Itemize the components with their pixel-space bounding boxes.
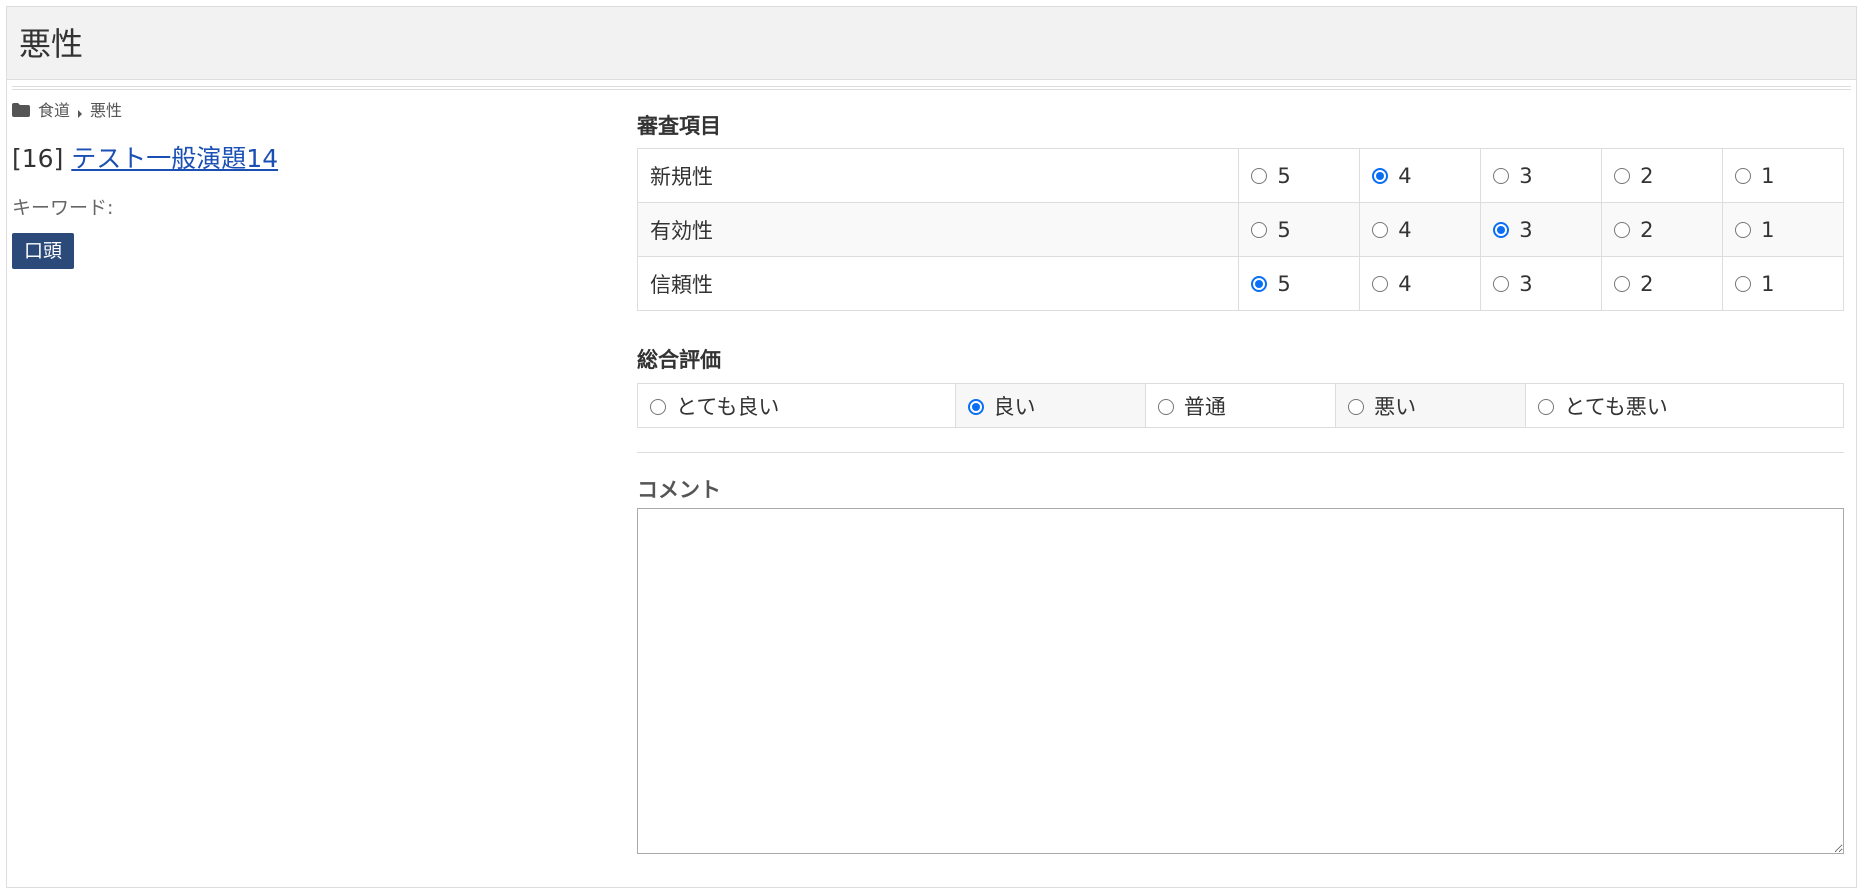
overall-option-label: とても良い (676, 394, 780, 419)
comment-label: コメント (637, 478, 721, 502)
breadcrumb-category[interactable]: 食道 (38, 97, 70, 121)
rating-option[interactable]: 3 (1480, 148, 1603, 203)
criterion-label: 信頼性 (636, 256, 1240, 311)
folder-icon (12, 102, 30, 117)
section-divider (637, 452, 1844, 453)
rating-option-label: 5 (1277, 271, 1291, 296)
rating-option[interactable]: 3 (1480, 202, 1603, 257)
radio-button[interactable] (1251, 275, 1268, 292)
rating-option[interactable]: 5 (1238, 202, 1361, 257)
radio-button[interactable] (1372, 275, 1389, 292)
radio-button[interactable] (1493, 275, 1510, 292)
rating-option-label: 4 (1398, 271, 1412, 296)
panel-header: 悪性 (7, 7, 1856, 80)
overall-option[interactable]: 良い (954, 383, 1146, 428)
rating-option[interactable]: 4 (1359, 148, 1482, 203)
radio-button[interactable] (1735, 275, 1752, 292)
radio-button[interactable] (1372, 167, 1389, 184)
overall-option[interactable]: とても良い (637, 383, 956, 428)
caret-right-icon (76, 104, 84, 118)
radio-button[interactable] (1493, 167, 1510, 184)
radio-button[interactable] (1735, 221, 1752, 238)
rating-option-label: 1 (1761, 163, 1775, 188)
presentation-type-badge: 口頭 (12, 233, 75, 269)
rating-option[interactable]: 2 (1601, 148, 1724, 203)
radio-button[interactable] (1372, 221, 1389, 238)
header-divider (12, 86, 1851, 90)
rating-option-label: 4 (1398, 163, 1412, 188)
rating-option-label: 2 (1640, 271, 1654, 296)
overall-option-label: とても悪い (1564, 394, 1668, 419)
overall-option-label: 普通 (1183, 394, 1226, 419)
rating-option[interactable]: 2 (1601, 202, 1724, 257)
radio-button[interactable] (1614, 221, 1631, 238)
rating-option[interactable]: 1 (1722, 148, 1844, 203)
breadcrumb: 食道 悪性 (12, 98, 122, 120)
rating-option-label: 4 (1398, 217, 1412, 242)
radio-button[interactable] (967, 398, 984, 415)
criterion-row: 有効性 5 4 3 2 1 (636, 202, 1844, 257)
rating-option[interactable]: 4 (1359, 256, 1482, 311)
rating-option-label: 5 (1277, 217, 1291, 242)
criterion-row: 新規性 5 4 3 2 1 (636, 148, 1844, 203)
rating-option-label: 3 (1519, 217, 1533, 242)
rating-option-label: 2 (1640, 217, 1654, 242)
rating-option[interactable]: 3 (1480, 256, 1603, 311)
overall-rating-table: とても良い 良い 普通 悪い とても悪い (637, 383, 1844, 428)
radio-button[interactable] (650, 398, 666, 415)
overall-heading: 総合評価 (637, 348, 721, 372)
paper-title-link[interactable]: テスト一般演題14 (71, 144, 278, 173)
rating-option-label: 5 (1277, 163, 1291, 188)
overall-option-label: 悪い (1374, 394, 1417, 419)
rating-option[interactable]: 4 (1359, 202, 1482, 257)
criterion-label: 有効性 (636, 202, 1240, 257)
breadcrumb-current: 悪性 (90, 101, 123, 120)
review-criteria-table: 新規性 5 4 3 2 1 有効性 5 4 3 2 1 信頼性 5 4 3 2 1 (636, 148, 1844, 311)
rating-option-label: 3 (1519, 271, 1533, 296)
rating-option[interactable]: 2 (1601, 256, 1724, 311)
overall-option-label: 良い (993, 394, 1036, 419)
radio-button[interactable] (1157, 398, 1174, 415)
rating-option[interactable]: 5 (1238, 148, 1361, 203)
keyword-label: キーワード: (12, 197, 114, 219)
radio-button[interactable] (1251, 221, 1268, 238)
rating-option[interactable]: 1 (1722, 202, 1844, 257)
rating-option[interactable]: 5 (1238, 256, 1361, 311)
review-heading: 審査項目 (637, 114, 721, 138)
overall-option[interactable]: とても悪い (1525, 383, 1844, 428)
rating-option[interactable]: 1 (1722, 256, 1844, 311)
radio-button[interactable] (1614, 167, 1631, 184)
radio-button[interactable] (1251, 167, 1268, 184)
rating-option-label: 2 (1640, 163, 1654, 188)
radio-button[interactable] (1493, 221, 1510, 238)
paper-heading: [16] テスト一般演題14 (12, 142, 278, 176)
radio-button[interactable] (1614, 275, 1631, 292)
rating-option-label: 1 (1761, 217, 1775, 242)
overall-option[interactable]: 普通 (1144, 383, 1337, 428)
criterion-row: 信頼性 5 4 3 2 1 (636, 256, 1844, 311)
criterion-label: 新規性 (636, 148, 1240, 203)
paper-number: [16] (12, 144, 64, 173)
radio-button[interactable] (1735, 167, 1752, 184)
radio-button[interactable] (1348, 398, 1365, 415)
rating-option-label: 1 (1761, 271, 1775, 296)
comment-textarea[interactable] (637, 508, 1844, 854)
rating-option-label: 3 (1519, 163, 1533, 188)
radio-button[interactable] (1538, 398, 1555, 415)
page-title: 悪性 (19, 25, 84, 63)
overall-option[interactable]: 悪い (1335, 383, 1527, 428)
